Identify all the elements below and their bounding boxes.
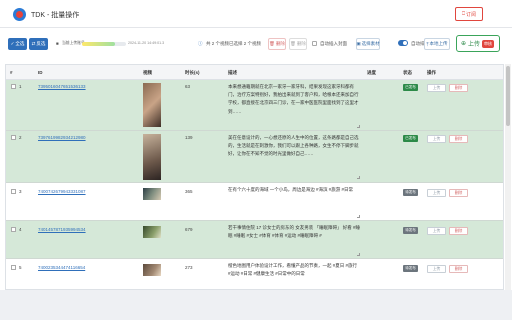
row-upload-button[interactable]: 上传: [427, 227, 446, 235]
row-description[interactable]: 橙色地图用户体验设计工作，看懂产品的节奏，一起 #夏日 #旅行 #运动 #日常 …: [228, 262, 360, 288]
info-icon: ⓘ: [198, 41, 203, 46]
row-upload-button[interactable]: 上传: [427, 189, 446, 197]
row-delete-button[interactable]: 删除: [449, 227, 468, 235]
resize-handle[interactable]: [357, 125, 360, 128]
title-bar: TDK - 批量操作 ⎕ 订阅: [0, 0, 512, 28]
check-icon: ✓: [10, 41, 15, 46]
row-index: 4: [19, 227, 22, 232]
invert-select-button[interactable]: ⇄ 反选: [29, 38, 48, 50]
status-badge: 已发布: [403, 84, 418, 91]
resize-handle[interactable]: [357, 253, 360, 256]
trash-icon: 🗑: [269, 41, 275, 46]
table-header: # ID 视频 时长(s) 描述 进度 状态 操作: [6, 65, 503, 80]
row-duration: 273: [185, 265, 193, 270]
row-upload-button[interactable]: 上传: [427, 265, 446, 273]
col-index: #: [10, 70, 13, 75]
resize-handle[interactable]: [357, 176, 360, 179]
table-row[interactable]: 2 7397619982934212980 139 美在任意设计的，一心想还原的…: [6, 131, 503, 183]
row-delete-button[interactable]: 删除: [449, 135, 468, 143]
swap-icon: ⇄: [31, 41, 36, 46]
subscribe-button[interactable]: ⎕ 订阅: [455, 7, 483, 21]
col-description: 描述: [228, 70, 237, 75]
status-badge: 待发布: [403, 265, 418, 272]
col-duration: 时长(s): [185, 70, 200, 75]
video-thumbnail[interactable]: [143, 83, 161, 127]
row-duration: 139: [185, 135, 193, 140]
upload-badge: 审核: [482, 39, 495, 48]
row-delete-button[interactable]: 删除: [449, 189, 468, 197]
row-description[interactable]: 若干事情住院 17 诊女士的房东的 女友男装 「睡眠障碍」 好看 #睡眠 #睡眠…: [228, 224, 360, 254]
upload-progress-bar: [82, 42, 126, 46]
select-cover-button[interactable]: ▣ 选择素材: [356, 38, 380, 50]
scrollbar-thumb[interactable]: [506, 66, 510, 126]
row-delete-button[interactable]: 删除: [449, 265, 468, 273]
row-index: 3: [19, 189, 22, 194]
video-id-link[interactable]: 7397619982934212980: [38, 135, 86, 140]
row-duration: 63: [185, 84, 191, 89]
table-row[interactable]: 5 7400235344474116654 273 橙色地图用户体验设计工作，看…: [6, 259, 503, 289]
status-badge: 待发布: [403, 227, 418, 234]
batch-delete-button[interactable]: 🗑 删除: [289, 38, 307, 50]
row-checkbox[interactable]: [11, 135, 16, 140]
video-thumbnail[interactable]: [143, 188, 161, 200]
app-window: TDK - 批量操作 ⎕ 订阅 ✓ 全选 ⇄ 反选 ■ 当前上传账号 2024-11…: [0, 0, 512, 320]
window-title: TDK - 批量操作: [31, 12, 80, 19]
status-badge: 已发布: [403, 135, 418, 142]
auto-insert-checkbox-icon[interactable]: [312, 41, 317, 47]
resize-handle[interactable]: [357, 215, 360, 218]
delete-button[interactable]: 🗑 删除: [268, 38, 286, 50]
row-index: 5: [19, 265, 22, 270]
row-checkbox[interactable]: [11, 265, 16, 270]
table-row[interactable]: 3 7400742679943331087 365 在有个六十度的海域 一个小岛…: [6, 183, 503, 221]
col-id: ID: [38, 70, 43, 75]
row-checkbox[interactable]: [11, 189, 16, 194]
row-checkbox[interactable]: [11, 227, 16, 232]
table-row[interactable]: 1 7395016047651536133 63 本来想通籍期就在北京一家牙一家…: [6, 80, 503, 131]
status-badge: 待发布: [403, 189, 418, 196]
row-index: 1: [19, 84, 22, 89]
video-id-link[interactable]: 7395016047651536133: [38, 84, 86, 89]
table-row[interactable]: 4 7401457871935994534 679 若干事情住院 17 诊女士的…: [6, 221, 503, 259]
video-thumbnail[interactable]: [143, 264, 161, 276]
row-upload-button[interactable]: 上传: [427, 84, 446, 92]
video-id-link[interactable]: 7401457871935994534: [38, 227, 86, 232]
video-id-link[interactable]: 7400235344474116654: [38, 265, 85, 270]
col-progress: 进度: [367, 70, 376, 75]
date-info: 2024-11-20 14:49:01.3: [128, 41, 165, 45]
row-description[interactable]: 本来想通籍期就在北京一家牙一家牙科，结果发现这家牙科都有门，治疗方案特别好，我拍…: [228, 83, 360, 127]
col-actions: 操作: [427, 70, 436, 75]
account-icon: ■: [56, 41, 59, 46]
col-video: 视频: [143, 70, 152, 75]
col-status: 状态: [403, 70, 412, 75]
video-thumbnail[interactable]: [143, 134, 161, 180]
select-all-button[interactable]: ✓ 全选: [8, 38, 27, 50]
upload-progress-fill: [82, 42, 115, 46]
trash-icon: 🗑: [290, 41, 296, 46]
upload-icon: ⤒: [426, 41, 429, 47]
image-icon: ▣: [356, 41, 361, 46]
row-delete-button[interactable]: 删除: [449, 84, 468, 92]
row-duration: 365: [185, 189, 193, 194]
bookmark-icon: ⎕: [461, 11, 465, 17]
video-id-link[interactable]: 7400742679943331087: [38, 189, 86, 194]
cloud-upload-icon: ⊕: [461, 41, 467, 47]
row-description[interactable]: 在有个六十度的海域 一个小岛，周边是海边 #海滨 #旅游 #日常: [228, 186, 360, 216]
auto-insert-label: 自动插入封面: [320, 41, 347, 46]
row-description[interactable]: 美在任意设计的，一心想还原的人生中的位置，这条路都是自己选的，生活就是在刺激你，…: [228, 134, 360, 178]
upload-button[interactable]: ⊕ 上传 审核: [456, 35, 500, 52]
local-upload-button[interactable]: ⤒ 本地上传: [424, 38, 450, 50]
video-thumbnail[interactable]: [143, 226, 161, 238]
row-upload-button[interactable]: 上传: [427, 135, 446, 143]
row-duration: 679: [185, 227, 193, 232]
row-checkbox[interactable]: [11, 84, 16, 89]
video-table: # ID 视频 时长(s) 描述 进度 状态 操作 1 739501604765…: [5, 64, 504, 290]
app-logo-icon: [13, 8, 26, 21]
bottom-area: [0, 290, 512, 320]
row-index: 2: [19, 135, 22, 140]
selection-count-text: 共 2 个视频已选择 2 个视频: [206, 41, 262, 46]
auto-sort-toggle[interactable]: [398, 40, 408, 46]
